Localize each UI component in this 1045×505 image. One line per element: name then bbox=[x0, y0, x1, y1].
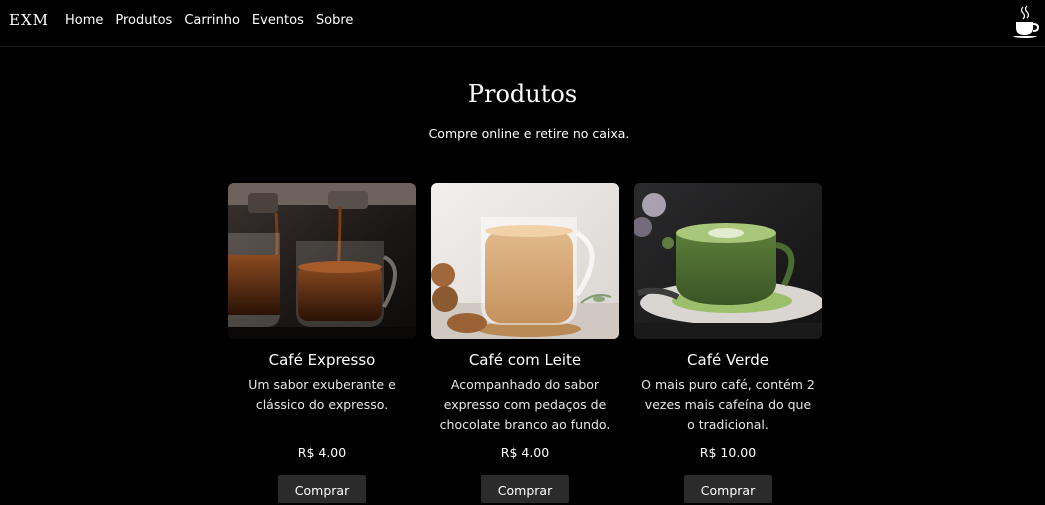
product-name: Café Verde bbox=[687, 351, 769, 369]
nav-link-eventos[interactable]: Eventos bbox=[252, 13, 304, 28]
cafe-verde-product-image bbox=[634, 183, 822, 339]
buy-button[interactable]: Comprar bbox=[684, 475, 772, 503]
product-price: R$ 4.00 bbox=[500, 445, 550, 460]
product-description: O mais puro café, contém 2 vezes mais ca… bbox=[641, 377, 815, 432]
buy-button[interactable]: Comprar bbox=[278, 475, 366, 503]
product-name: Café com Leite bbox=[468, 351, 582, 369]
espresso-product-image bbox=[228, 183, 416, 339]
page-title: Produtos bbox=[467, 80, 578, 108]
nav-link-sobre[interactable]: Sobre bbox=[316, 13, 354, 28]
nav-link-produtos[interactable]: Produtos bbox=[115, 13, 172, 28]
buy-button[interactable]: Comprar bbox=[481, 475, 569, 503]
product-card: Café com Leite Acompanhado do sabor expr… bbox=[431, 183, 619, 503]
nav-link-home[interactable]: Home bbox=[65, 13, 103, 28]
cafe-com-leite-product-image bbox=[431, 183, 619, 339]
nav-links: Home Produtos Carrinho Eventos Sobre bbox=[65, 13, 353, 28]
brand-logo[interactable]: EXM bbox=[9, 11, 49, 29]
coffee-cup-icon[interactable] bbox=[1011, 4, 1041, 40]
product-card: Café Expresso Um sabor exuberante e clás… bbox=[228, 183, 416, 503]
product-card: Café Verde O mais puro café, contém 2 ve… bbox=[634, 183, 822, 503]
nav-link-carrinho[interactable]: Carrinho bbox=[184, 13, 240, 28]
product-price: R$ 4.00 bbox=[297, 445, 347, 460]
product-description: Acompanhado do sabor expresso com pedaço… bbox=[439, 377, 611, 432]
product-price: R$ 10.00 bbox=[699, 445, 757, 460]
product-description: Um sabor exuberante e clássico do expres… bbox=[248, 377, 396, 412]
product-name: Café Expresso bbox=[268, 351, 376, 369]
navbar: EXM Home Produtos Carrinho Eventos Sobre bbox=[0, 0, 1045, 47]
page-subtitle: Compre online e retire no caixa. bbox=[428, 126, 630, 141]
